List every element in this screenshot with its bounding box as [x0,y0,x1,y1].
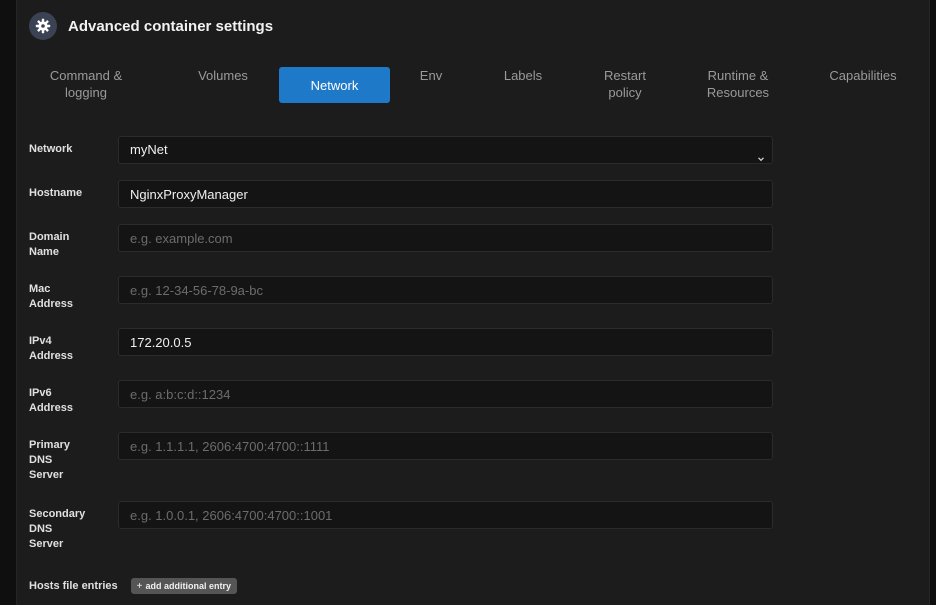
network-label: Network [29,143,73,155]
tab-label: Restart [604,68,646,83]
tab-label: policy [608,85,642,100]
domain-name-label: Domain Name [29,230,101,260]
hosts-file-row: Hosts file entries + add additional entr… [29,578,237,594]
label-line: DNS [29,523,53,535]
add-entry-button[interactable]: + add additional entry [130,578,237,594]
mac-address-label: Mac Address [29,282,101,312]
label-line: Name [29,246,59,258]
label-line: Address [29,402,74,414]
tab-volumes[interactable]: Volumes [178,67,268,103]
label-line: Mac [29,283,51,295]
tab-capabilities[interactable]: Capabilities [813,67,913,103]
label-line: Secondary [29,508,86,520]
secondary-dns-input[interactable] [118,501,773,529]
tab-network[interactable]: Network [279,67,390,103]
ipv4-input[interactable] [118,328,773,356]
tab-label: Env [419,68,443,83]
primary-dns-label: Primary DNS Server [29,438,101,483]
label-line: Address [29,350,74,362]
add-entry-label: add additional entry [145,581,231,591]
label-line: Primary [29,439,70,451]
tab-label: Labels [503,68,543,83]
container-settings-panel: Advanced container settings Command & lo… [16,0,930,605]
tab-labels[interactable]: Labels [488,67,558,103]
hostname-label: Hostname [29,187,83,199]
tab-label: Command & [49,68,123,83]
tab-label: Runtime & [707,68,769,83]
tab-runtime-resources[interactable]: Runtime & Resources [693,67,783,103]
secondary-dns-label: Secondary DNS Server [29,507,101,552]
label-line: DNS [29,454,53,466]
hostname-input[interactable] [118,180,773,208]
tab-label: Volumes [198,68,248,83]
gear-icon [29,12,57,40]
ipv6-label: IPv6 Address [29,386,101,416]
plus-icon: + [136,580,143,592]
tab-restart-policy[interactable]: Restart policy [585,67,665,103]
ipv6-input[interactable] [118,380,773,408]
network-select[interactable]: myNet [118,136,773,164]
tab-label: Resources [706,85,770,100]
section-header: Advanced container settings [29,10,273,42]
label-line: IPv6 [29,387,52,399]
section-title: Advanced container settings [68,17,274,35]
tab-label: Capabilities [829,68,897,83]
chevron-down-icon [757,146,765,172]
label-line: Server [29,469,64,481]
mac-address-input[interactable] [118,276,773,304]
label-line: IPv4 [29,335,52,347]
label-line: Server [29,538,64,550]
hosts-file-label: Hosts file entries [29,580,118,592]
domain-name-input[interactable] [118,224,773,252]
tab-env[interactable]: Env [401,67,461,103]
ipv4-label: IPv4 Address [29,334,101,364]
tab-label: logging [65,85,107,100]
label-line: Domain [29,231,70,243]
label-line: Address [29,298,74,310]
tab-command-logging[interactable]: Command & logging [41,67,131,103]
tab-label: Network [310,77,359,93]
primary-dns-input[interactable] [118,432,773,460]
network-select-value: myNet [130,142,168,157]
